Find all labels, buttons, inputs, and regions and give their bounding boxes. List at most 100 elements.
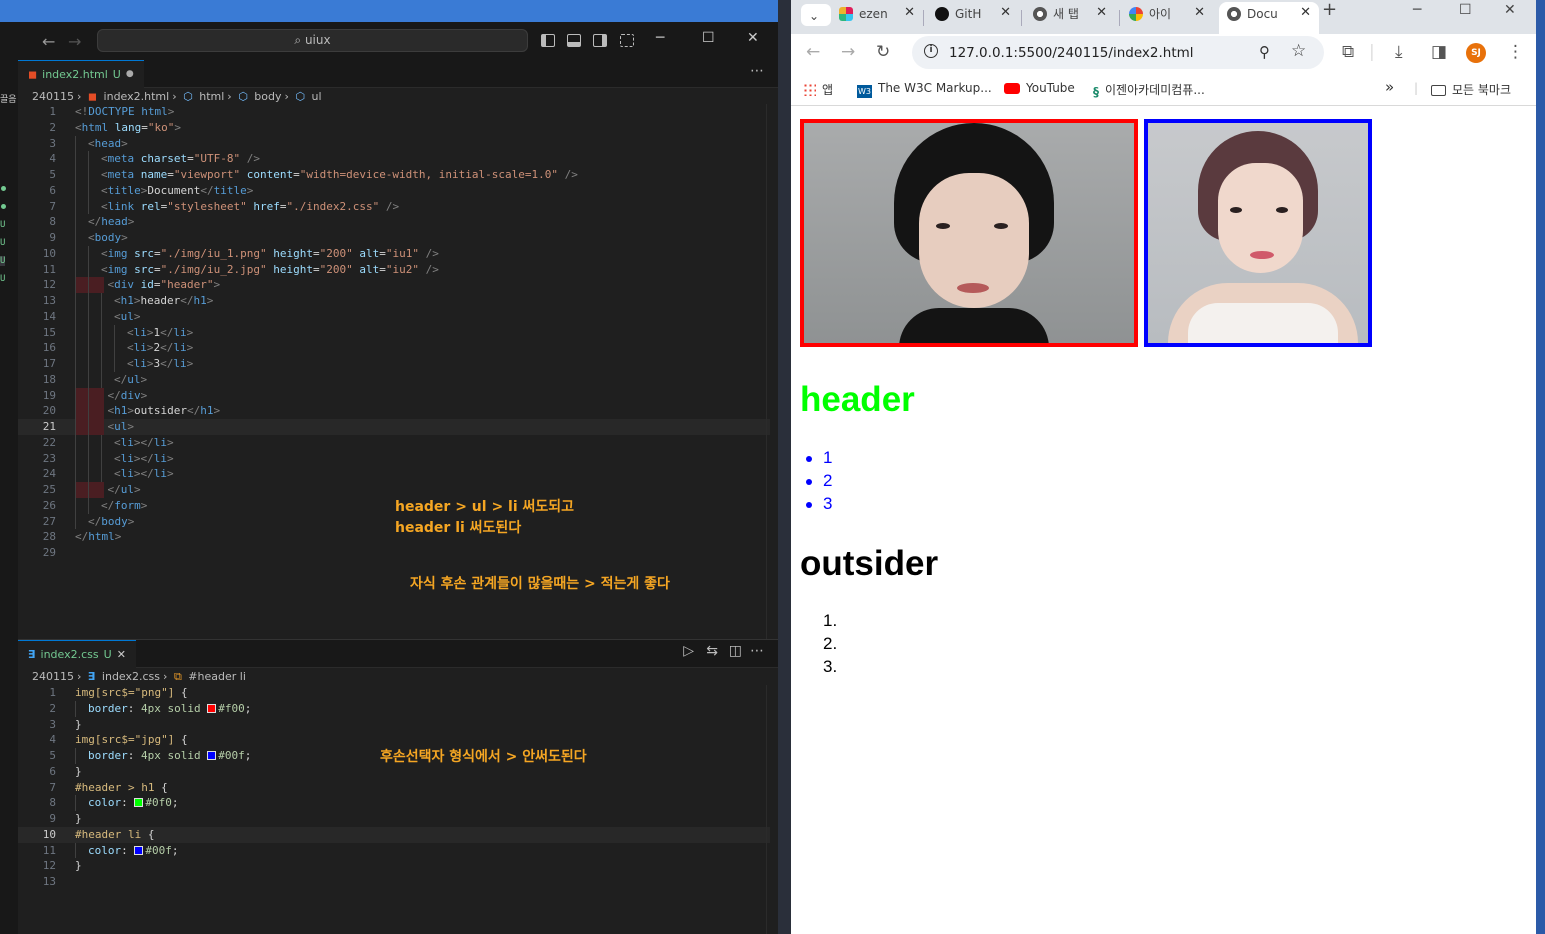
code-line[interactable]: 12 <div id="header"> [18,277,770,293]
breadcrumb-item[interactable]: body [254,90,281,103]
tab-new-tab[interactable]: 새 탭 ✕ [1033,2,1109,30]
code-line[interactable]: 20 <h1>outsider</h1> [18,403,770,419]
back-icon[interactable]: ← [806,42,820,62]
code-line[interactable]: 18 </ul> [18,371,770,388]
command-center-search[interactable]: ⌕ uiux [97,29,528,52]
url-text[interactable]: 127.0.0.1:5500/240115/index2.html [949,45,1194,61]
maximize-icon[interactable]: ☐ [702,30,715,46]
close-window-icon[interactable]: ✕ [1504,2,1516,30]
code-line[interactable]: 25 </ul> [18,482,770,498]
code-line[interactable]: 8 </head> [18,214,770,230]
html-editor-scrollbar[interactable] [766,104,778,639]
breadcrumb-item[interactable]: html [199,90,224,103]
code-line[interactable]: 9} [18,811,770,827]
side-panel-icon[interactable]: ◨ [1431,42,1447,62]
code-line[interactable]: 8 color: #0f0; [18,795,770,811]
run-icon[interactable]: ▷ [683,643,694,659]
breadcrumb-item[interactable]: index2.html [104,90,170,103]
maximize-icon[interactable]: ☐ [1459,2,1472,30]
bookmark-ezen[interactable]: § 이젠아카데미컴퓨... [1093,81,1205,99]
code-line[interactable]: 17 <li>3</li> [18,356,770,372]
code-line[interactable]: 16 <li>2</li> [18,340,770,356]
close-tab-icon[interactable]: ✕ [1096,5,1107,21]
breadcrumb-item[interactable]: ul [312,90,322,103]
extensions-icon[interactable]: ⧉ [1342,42,1354,62]
code-line[interactable]: 2 border: 4px solid #f00; [18,700,770,717]
code-line[interactable]: 24 <li></li> [18,466,770,482]
download-icon[interactable]: ⤓ [1395,42,1403,62]
color-swatch[interactable] [134,845,144,855]
reload-icon[interactable]: ↻ [876,42,890,62]
code-line[interactable]: 11 <img src="./img/iu_2.jpg" height="200"… [18,261,770,278]
tab-document[interactable]: Docu ✕ [1219,2,1319,34]
css-editor-scrollbar[interactable] [766,685,778,934]
more-actions-icon[interactable]: ⋯ [750,643,764,659]
code-line[interactable]: 29 [18,545,770,561]
bookmark-apps[interactable]: 앱 [803,81,833,98]
toggle-panel-icon[interactable] [567,34,581,47]
code-line[interactable]: 3} [18,717,770,733]
avatar[interactable]: SJ [1466,43,1486,63]
code-line[interactable]: 19 </div> [18,387,770,404]
more-actions-icon[interactable]: ⋯ [750,63,764,79]
css-code-editor[interactable]: 1 img[src$="png"] {2 border: 4px solid #f0… [18,685,770,890]
tab-github[interactable]: GitH ✕ [935,2,1013,30]
customize-layout-icon[interactable] [620,34,634,47]
toggle-secondary-sidebar-icon[interactable] [593,34,607,47]
zoom-icon[interactable]: ⚲ [1259,43,1270,61]
code-line[interactable]: 10 <img src="./img/iu_1.png" height="200"… [18,245,770,262]
tab-index2-html[interactable]: ◼ index2.html U ● [18,60,144,88]
close-tab-icon[interactable]: ✕ [1194,5,1205,21]
code-line[interactable]: 6 <title>Document</title> [18,182,770,199]
back-arrow-icon[interactable]: ← [42,32,55,51]
code-line[interactable]: 15 <li>1</li> [18,324,770,341]
all-bookmarks-folder[interactable]: 모든 북마크 [1431,81,1511,98]
code-line[interactable]: 2 <html lang="ko"> [18,120,770,136]
bookmark-star-icon[interactable]: ☆ [1291,41,1306,61]
code-line[interactable]: 6} [18,764,770,780]
split-editor-icon[interactable]: ◫ [729,643,742,659]
breadcrumb-item[interactable]: 240115 [32,90,74,103]
forward-icon[interactable]: → [841,42,855,62]
tab-ezen[interactable]: ezen ✕ [839,2,917,30]
color-swatch[interactable] [207,751,217,760]
html-code-editor[interactable]: 1 <!DOCTYPE html> 2 <html lang="ko"> 3 <head>… [18,104,770,561]
close-tab-icon[interactable]: ✕ [904,5,915,21]
code-line[interactable]: 7 #header > h1 { [18,780,770,796]
code-line[interactable]: 4 <meta charset="UTF-8" /> [18,151,770,167]
color-swatch[interactable] [134,798,144,808]
breadcrumb-item[interactable]: index2.css [102,670,160,683]
toggle-sidebar-icon[interactable] [541,34,555,47]
code-line[interactable]: 3 <head> [18,135,770,152]
tab-google[interactable]: 아이 ✕ [1129,2,1207,30]
code-line[interactable]: 28 </html> [18,529,770,545]
close-tab-icon[interactable]: ✕ [1300,5,1311,21]
address-bar[interactable]: i 127.0.0.1:5500/240115/index2.html ⚲ ☆ [912,36,1324,69]
code-line[interactable]: 1 img[src$="png"] { [18,685,770,701]
code-line[interactable]: 12} [18,858,770,874]
menu-icon[interactable]: ⋮ [1507,42,1524,62]
code-line[interactable]: 27 </body> [18,513,770,530]
code-line[interactable]: 26 </form> [18,497,770,514]
code-line[interactable]: 22 <li></li> [18,434,770,451]
compare-changes-icon[interactable]: ⇆ [706,643,718,659]
breadcrumb-item[interactable]: 240115 [32,670,74,683]
bookmark-w3c[interactable]: W3 The W3C Markup... [857,81,992,98]
close-tab-icon[interactable]: ✕ [117,641,126,668]
new-tab-button[interactable]: + [1322,1,1337,30]
color-swatch[interactable] [207,703,217,713]
code-line[interactable]: 21 <ul> [18,419,770,435]
tab-search-icon[interactable]: ⌄ [801,4,831,26]
code-line[interactable]: 10 #header li { [18,826,770,843]
code-line[interactable]: 13 <h1>header</h1> [18,293,770,309]
forward-arrow-icon[interactable]: → [68,32,81,51]
code-line[interactable]: 11 color: #00f; [18,842,770,859]
code-line[interactable]: 9 <body> [18,230,770,246]
close-window-icon[interactable]: ✕ [747,30,759,46]
unsaved-dot-icon[interactable]: ● [126,61,134,88]
code-line[interactable]: 7 <link rel="stylesheet" href="./index2.c… [18,198,770,215]
bookmark-youtube[interactable]: YouTube [1004,81,1075,95]
code-line[interactable]: 1 <!DOCTYPE html> [18,104,770,120]
code-line[interactable]: 5 <meta name="viewport" content="width=de… [18,167,770,183]
breadcrumb-item[interactable]: #header li [188,670,246,683]
